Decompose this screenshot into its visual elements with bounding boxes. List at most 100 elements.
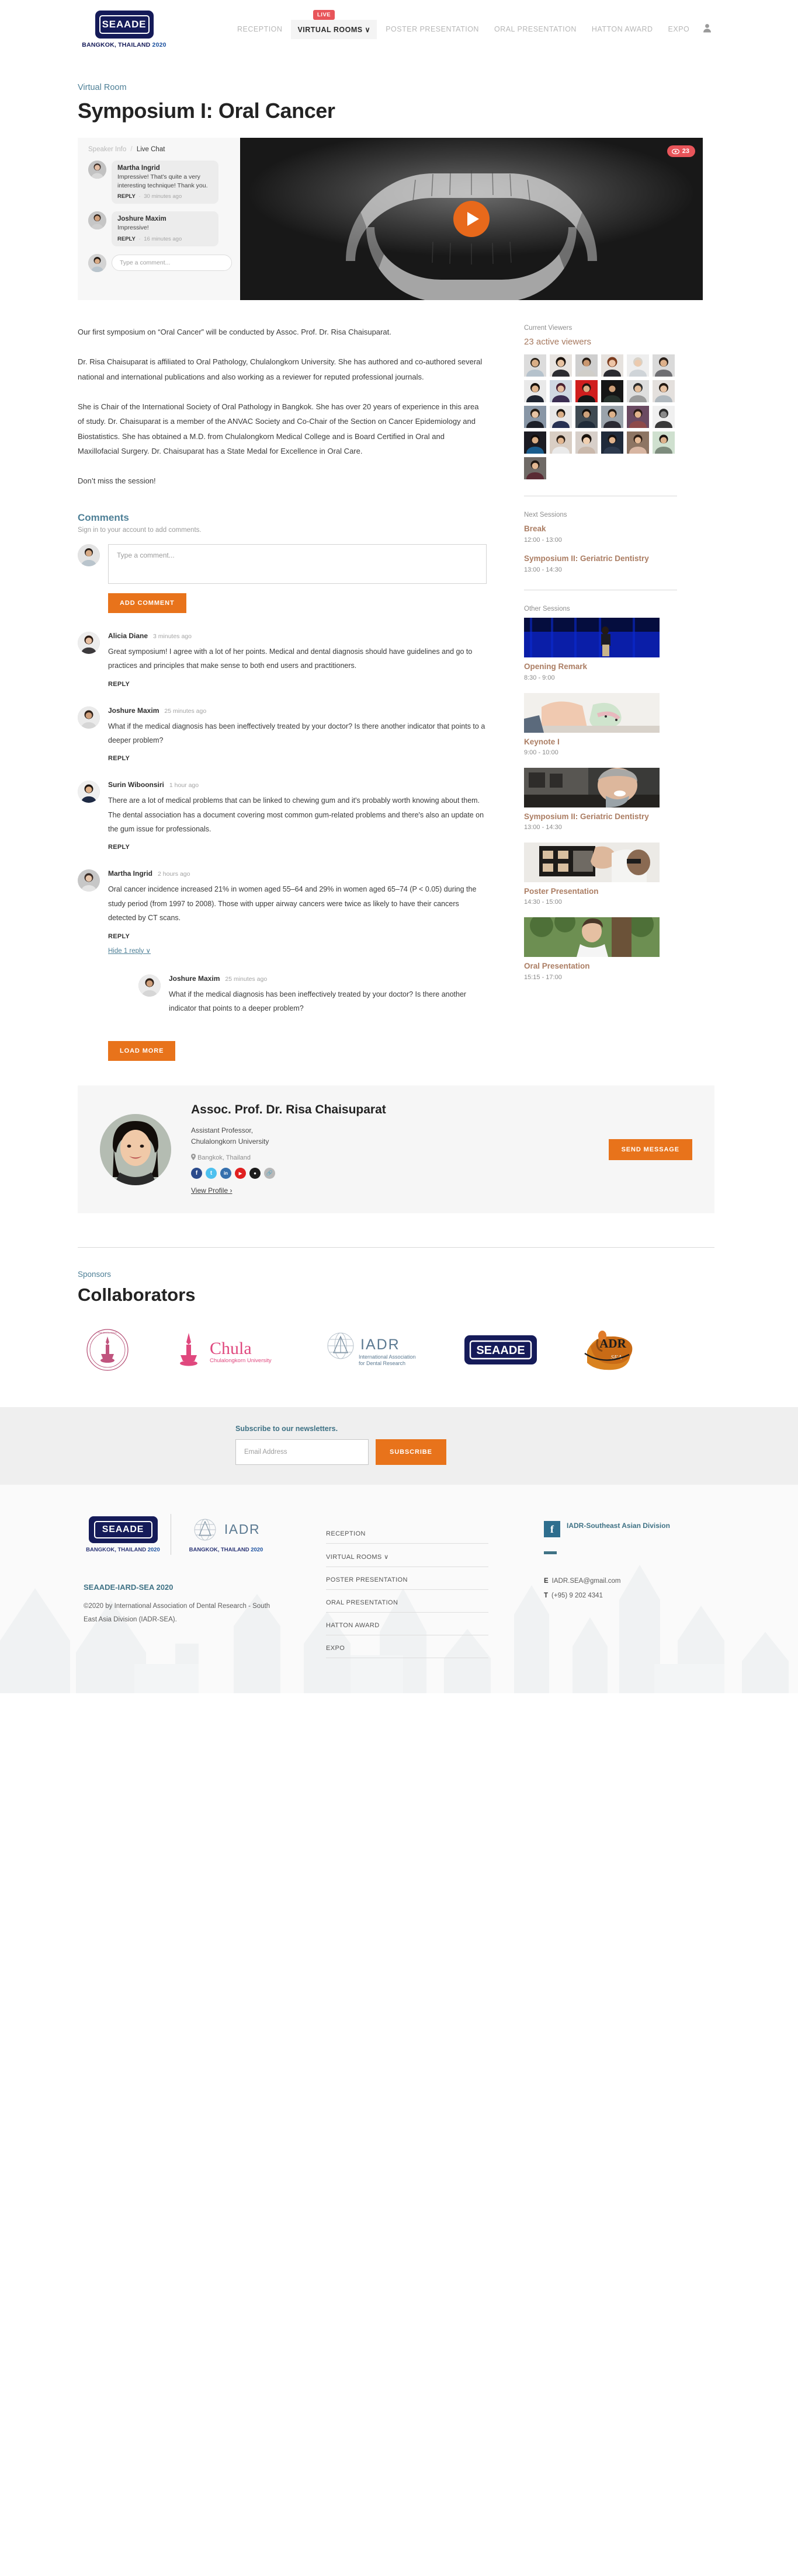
comment-header: Alicia Diane 3 minutes ago: [108, 632, 487, 640]
comment-input[interactable]: Type a comment...: [108, 544, 487, 584]
viewer-avatar[interactable]: [601, 406, 623, 428]
viewer-avatar[interactable]: [627, 431, 649, 454]
footer-iadr-logo[interactable]: IADR BANGKOK, THAILAND 2020: [179, 1516, 273, 1553]
viewer-avatar[interactable]: [524, 354, 546, 377]
nav-item-hatton-award[interactable]: HATTON AWARD: [585, 20, 660, 39]
current-viewers-label: Current Viewers: [524, 325, 573, 332]
viewer-avatar[interactable]: [524, 431, 546, 454]
comment-timestamp: 2 hours ago: [158, 871, 190, 878]
send-message-button[interactable]: SEND MESSAGE: [608, 1139, 692, 1160]
user-account-icon[interactable]: [703, 23, 712, 36]
footer-seaade-logo[interactable]: SEAADE BANGKOK, THAILAND 2020: [84, 1516, 162, 1553]
comment-header: Martha Ingrid 2 hours ago: [108, 869, 487, 878]
viewer-avatar[interactable]: [550, 431, 572, 454]
viewer-avatar[interactable]: [524, 457, 546, 479]
comment-author: Martha Ingrid: [108, 869, 153, 878]
viewer-avatar[interactable]: [627, 406, 649, 428]
hide-replies-toggle[interactable]: Hide 1 reply ∨: [108, 946, 151, 955]
chat-bubble: Joshure Maxim Impressive! REPLY · 16 min…: [112, 211, 218, 246]
comment-author: Alicia Diane: [108, 631, 148, 640]
facebook-page-link[interactable]: f IADR-Southeast Asian Division: [544, 1521, 670, 1538]
facebook-icon[interactable]: f: [191, 1168, 202, 1179]
next-session-item[interactable]: Symposium II: Geriatric Dentistry 13:00 …: [524, 554, 677, 573]
newsletter-form: Email Address SUBSCRIBE: [235, 1439, 563, 1465]
next-session-item[interactable]: Break 12:00 - 13:00: [524, 524, 677, 544]
chat-reply-link[interactable]: REPLY: [117, 236, 136, 242]
viewer-avatar[interactable]: [627, 354, 649, 377]
link-icon[interactable]: 🔗: [264, 1168, 275, 1179]
youtube-icon[interactable]: ▶: [235, 1168, 246, 1179]
viewer-avatar[interactable]: [575, 406, 598, 428]
comment-reply-item: Joshure Maxim 25 minutes ago What if the…: [138, 974, 487, 1016]
other-session-item[interactable]: Poster Presentation 14:30 - 15:00: [524, 843, 677, 906]
tab-speaker-info[interactable]: Speaker Info: [88, 146, 126, 153]
comment-reply-link[interactable]: REPLY: [108, 933, 487, 940]
comment-reply-link[interactable]: REPLY: [108, 681, 487, 688]
footer-link-reception[interactable]: RECEPTION: [326, 1521, 488, 1544]
nav-item-poster-presentation[interactable]: POSTER PRESENTATION: [379, 20, 485, 39]
viewer-avatar[interactable]: [601, 354, 623, 377]
iadr-sea-logo[interactable]: ADR SEA: [580, 1328, 636, 1372]
speaker-name: Assoc. Prof. Dr. Risa Chaisuparat: [191, 1103, 386, 1117]
viewer-avatar[interactable]: [524, 380, 546, 402]
dental-association-thailand-logo[interactable]: THAI DENTAL ASSOC: [86, 1328, 129, 1372]
comment-header: Surin Wiboonsiri 1 hour ago: [108, 781, 487, 789]
view-profile-link[interactable]: View Profile ›: [191, 1186, 232, 1195]
viewer-avatar[interactable]: [575, 380, 598, 402]
comment-reply-link[interactable]: REPLY: [108, 844, 487, 851]
footer-link-poster-presentation[interactable]: POSTER PRESENTATION: [326, 1567, 488, 1590]
nav-item-expo[interactable]: EXPO: [662, 20, 696, 39]
github-icon[interactable]: ●: [249, 1168, 261, 1179]
viewer-avatar[interactable]: [575, 431, 598, 454]
brand-logo[interactable]: SEAADE BANGKOK, THAILAND 2020: [79, 10, 169, 48]
play-button[interactable]: [453, 201, 490, 237]
nav-item-oral-presentation[interactable]: ORAL PRESENTATION: [488, 20, 583, 39]
session-thumbnail: [524, 618, 660, 658]
viewer-avatar[interactable]: [653, 406, 675, 428]
twitter-icon[interactable]: t: [206, 1168, 217, 1179]
tab-live-chat[interactable]: Live Chat: [137, 146, 165, 153]
nav-item-reception[interactable]: RECEPTION: [231, 20, 289, 39]
linkedin-icon[interactable]: in: [220, 1168, 231, 1179]
chat-input[interactable]: Type a comment...: [112, 255, 232, 271]
viewer-avatar[interactable]: [653, 354, 675, 377]
comments-subheading: Sign in to your account to add comments.: [78, 526, 202, 534]
viewer-avatar[interactable]: [653, 380, 675, 402]
footer-link-oral-presentation[interactable]: ORAL PRESENTATION: [326, 1590, 488, 1613]
comments-heading: Comments: [78, 511, 129, 523]
chula-logo[interactable]: Chula Chulalongkorn University: [168, 1328, 283, 1372]
viewer-avatar[interactable]: [550, 406, 572, 428]
subscribe-button[interactable]: SUBSCRIBE: [376, 1439, 446, 1465]
article-paragraph: Don’t miss the session!: [78, 476, 156, 486]
email-input[interactable]: Email Address: [235, 1439, 369, 1465]
viewer-avatar[interactable]: [601, 431, 623, 454]
viewer-avatar[interactable]: [524, 406, 546, 428]
chat-reply-link[interactable]: REPLY: [117, 193, 136, 200]
viewer-avatar[interactable]: [601, 380, 623, 402]
seaade-logo[interactable]: SEAADE: [460, 1328, 542, 1372]
footer-link-virtual-rooms[interactable]: VIRTUAL ROOMS ∨: [326, 1544, 488, 1568]
iadr-logo[interactable]: IADR International Association for Dental …: [322, 1328, 421, 1372]
other-session-item[interactable]: Opening Remark 8:30 - 9:00: [524, 618, 677, 681]
viewer-avatar[interactable]: [627, 380, 649, 402]
newsletter-inner: Subscribe to our newsletters. Email Addr…: [235, 1425, 563, 1465]
footer-email[interactable]: IADR.SEA@gmail.com: [552, 1578, 621, 1585]
nav-item-virtual-rooms[interactable]: VIRTUAL ROOMS ∨: [291, 19, 377, 39]
other-session-item[interactable]: Oral Presentation 15:15 - 17:00: [524, 917, 677, 981]
email-label: E: [544, 1578, 549, 1585]
footer-link-expo[interactable]: EXPO: [326, 1635, 488, 1659]
other-session-item[interactable]: Symposium II: Geriatric Dentistry 13:00 …: [524, 767, 677, 831]
viewer-avatar[interactable]: [575, 354, 598, 377]
comment-reply-link[interactable]: REPLY: [108, 755, 487, 762]
viewer-avatar[interactable]: [653, 431, 675, 454]
footer-link-hatton-award[interactable]: HATTON AWARD: [326, 1613, 488, 1636]
load-more-button[interactable]: LOAD MORE: [108, 1041, 176, 1061]
footer-brand-column: SEAADE BANGKOK, THAILAND 2020 IADR BANGK…: [84, 1514, 276, 1658]
session-time: 12:00 - 13:00: [524, 537, 562, 544]
viewer-avatar[interactable]: [550, 380, 572, 402]
video-player[interactable]: 23: [240, 138, 703, 300]
chat-message: Joshure Maxim Impressive! REPLY · 16 min…: [88, 211, 232, 246]
viewer-avatar[interactable]: [550, 354, 572, 377]
add-comment-button[interactable]: ADD COMMENT: [108, 593, 186, 613]
other-session-item[interactable]: Keynote I 9:00 - 10:00: [524, 692, 677, 756]
